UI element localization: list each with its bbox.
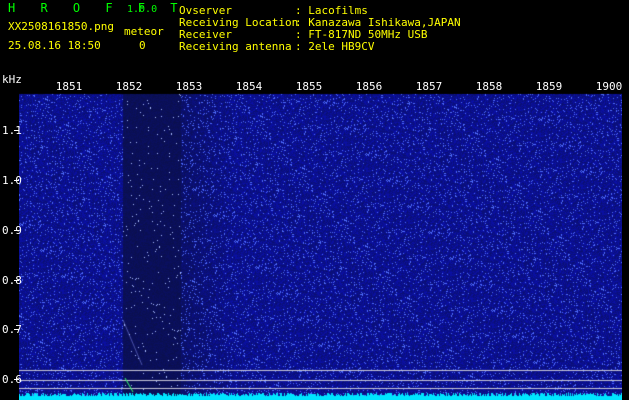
time-tick: 1858	[475, 80, 503, 93]
time-tick: 1856	[355, 80, 383, 93]
meteor-count: 0	[139, 39, 146, 52]
frequency-unit: kHz	[2, 73, 22, 86]
time-tick: 1859	[535, 80, 563, 93]
time-tick: 1853	[175, 80, 203, 93]
time-tick: 1900	[595, 80, 623, 93]
antenna-label: Receiving antenna	[179, 40, 292, 53]
meteor-label: meteor	[124, 25, 164, 38]
time-tick: 1857	[415, 80, 443, 93]
frequency-tick-mark	[14, 280, 19, 281]
time-tick: 1855	[295, 80, 323, 93]
time-tick: 1852	[115, 80, 143, 93]
frequency-tick-mark	[14, 379, 19, 380]
antenna-value: : 2ele HB9CV	[295, 40, 375, 53]
frequency-tick-mark	[14, 130, 19, 131]
frequency-tick-mark	[14, 329, 19, 330]
frequency-tick-mark	[14, 230, 19, 231]
date-time: 25.08.16 18:50	[8, 39, 101, 52]
time-tick: 1854	[235, 80, 263, 93]
spectrogram	[19, 80, 622, 400]
file-name: XX2508161850.png	[8, 20, 114, 33]
app-version: 1.0.0	[127, 4, 158, 15]
frequency-tick-mark	[14, 180, 19, 181]
time-tick: 1851	[55, 80, 83, 93]
app-title: H R O F F T	[8, 1, 187, 15]
